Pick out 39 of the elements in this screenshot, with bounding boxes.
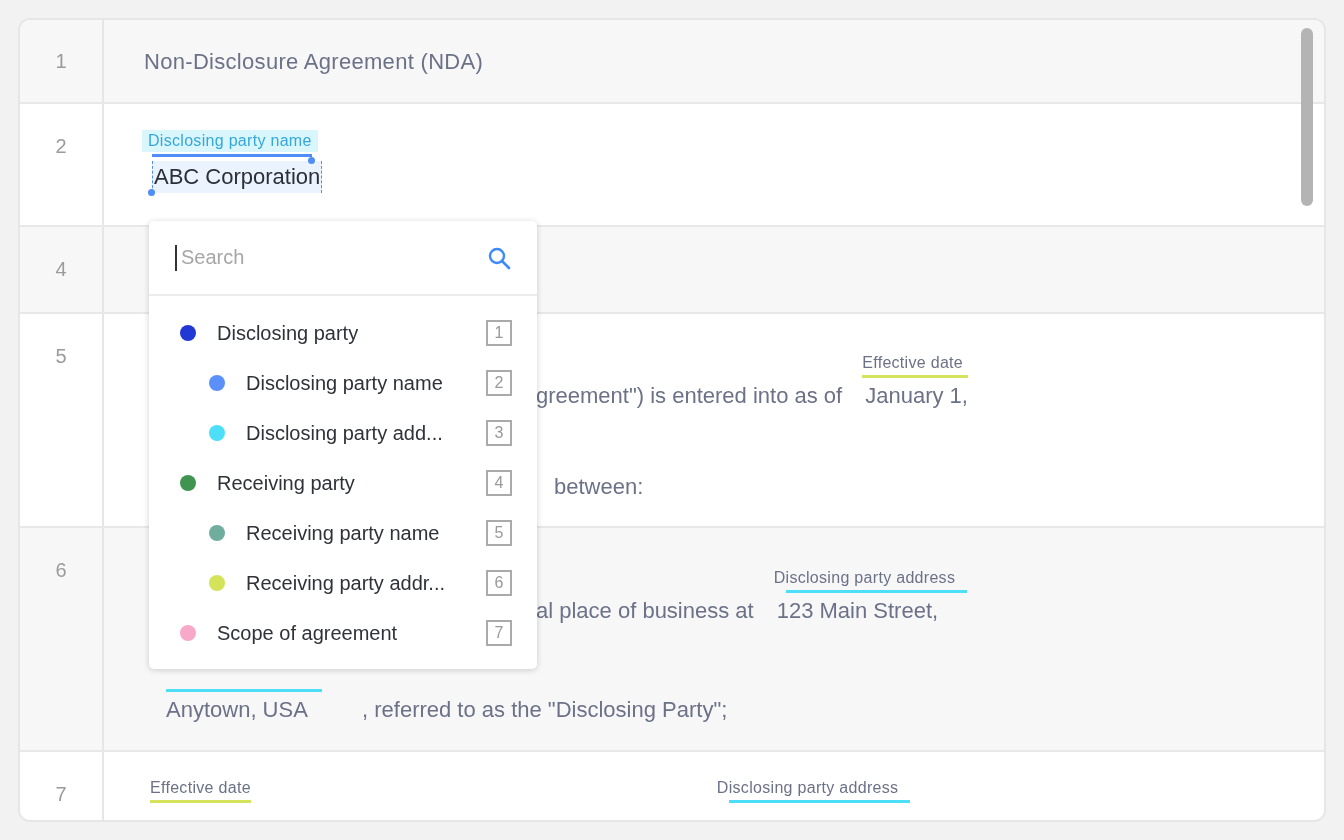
dropdown-item[interactable]: Receiving party name 5 [149,508,537,558]
shortcut-key: 4 [486,470,512,496]
field-value[interactable]: January 1, [865,382,968,410]
dropdown-item[interactable]: Receiving party 4 [149,458,537,508]
field-value[interactable]: ABC Corporation [152,161,323,193]
text-cursor [175,244,177,271]
field-value[interactable]: 123 Main Street, [776,597,939,625]
document-text: , referred to as the "Disclosing Party"; [362,696,728,724]
dropdown-item[interactable]: Receiving party addr... 6 [149,558,537,608]
dropdown-item[interactable]: Disclosing party name 2 [149,358,537,408]
line-number: 7 [55,782,67,806]
search-icon[interactable] [487,245,511,270]
line-number: 6 [55,558,67,582]
document-text: greement") is entered into as of [536,382,843,410]
shortcut-key: 6 [486,570,512,596]
document-text: al place of business at [536,597,754,625]
dropdown-item[interactable]: Scope of agreement 7 [149,608,537,658]
field-label[interactable]: Effective date [862,353,964,373]
field-label[interactable]: Disclosing party address [716,778,899,798]
dropdown-item[interactable]: Disclosing party add... 3 [149,408,537,458]
field-label[interactable]: Disclosing party address [773,568,956,588]
scrollbar[interactable] [1301,28,1313,206]
shortcut-key: 7 [486,620,512,646]
line-number: 4 [55,257,67,281]
shortcut-key: 2 [486,370,512,396]
search-field[interactable]: Search [177,246,487,269]
field-value[interactable]: Anytown, USA [166,696,308,724]
line-number: 1 [55,49,67,73]
shortcut-key: 3 [486,420,512,446]
document-title: Non-Disclosure Agreement (NDA) [144,49,484,75]
selection-handle[interactable] [308,157,316,164]
shortcut-key: 1 [486,320,512,346]
line-number: 5 [55,344,67,368]
line-number: 2 [55,134,67,158]
selection-handle[interactable] [148,189,155,196]
shortcut-key: 5 [486,520,512,546]
dropdown-item[interactable]: Disclosing party 1 [149,308,537,358]
document-text: between: [554,473,644,501]
field-label[interactable]: Effective date [150,778,251,798]
